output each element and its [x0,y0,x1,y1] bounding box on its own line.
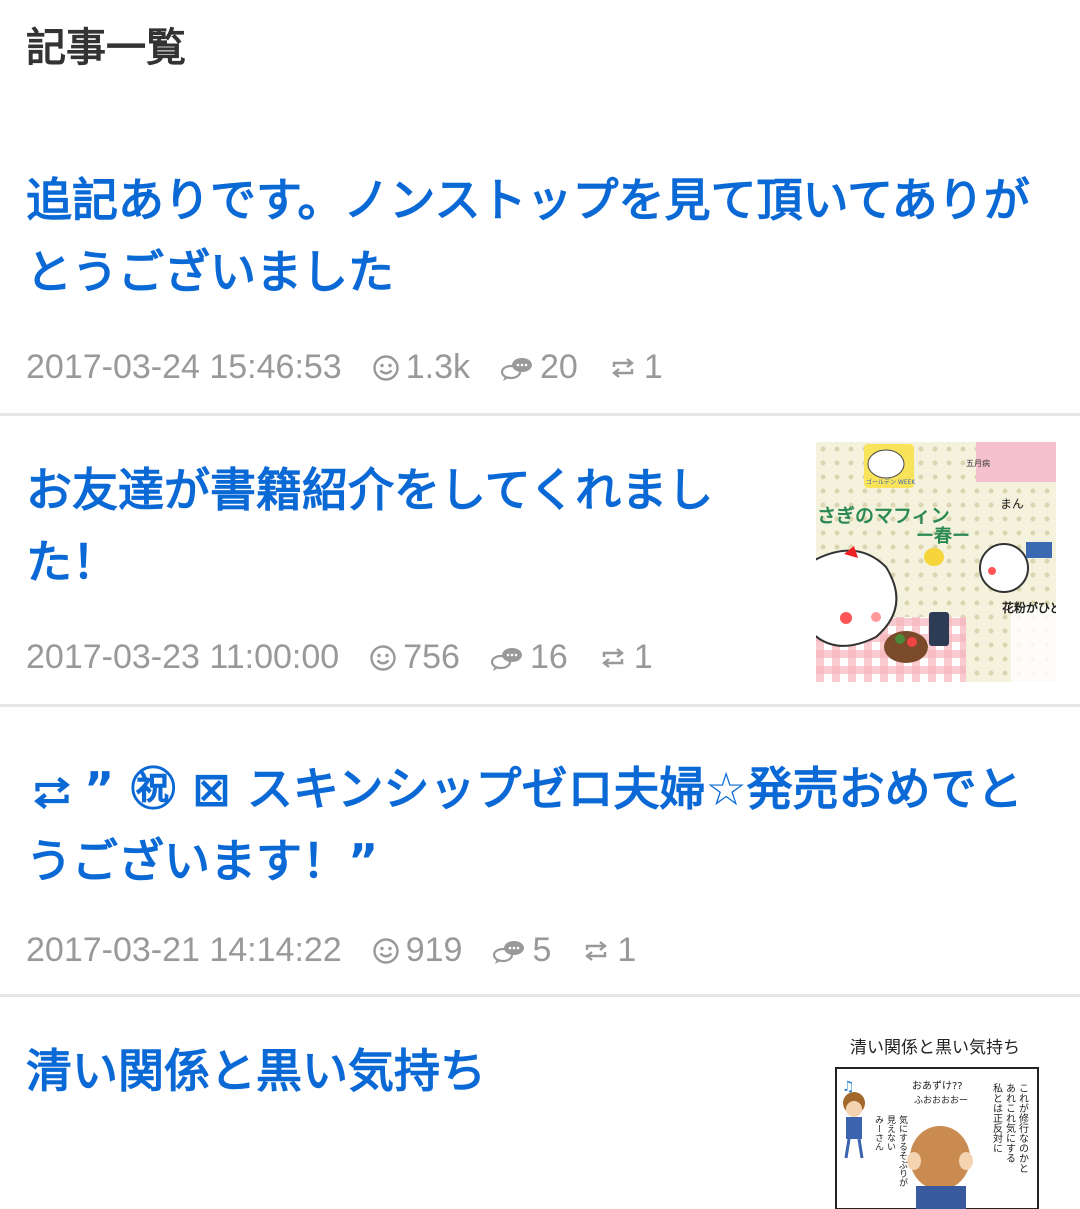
reposts-stat: 1 [598,638,653,677]
comments-stat: 16 [490,638,568,677]
repost-icon [34,776,70,809]
thumbnail-bottom-text: 花粉がひど [1002,600,1056,615]
thumbnail-sub-text: ー春ー [916,525,970,547]
comments-count: 20 [539,348,578,386]
thumbnail-heading: 清い関係と黒い気持ち [850,1038,1020,1058]
article-date: 2017-03-23 11:00:00 [26,638,340,676]
article-title-link[interactable]: 清い関係と黒い気持ち [26,1035,796,1107]
thumbnail-vertical-4: 気にするそぶりが [897,1114,908,1187]
comments-count: 16 [529,638,568,676]
article-meta: 2017-03-23 11:00:00 756 16 1 [26,638,653,677]
thumbnail-vertical-6: みーさん [873,1115,884,1151]
article-thumbnail[interactable]: さぎのマフィン ー春ー まん 花粉がひど ゴールデン WEEK 五月病 [816,442,1056,682]
article-title-text: ” ㊗ ⊠ スキンシップゼロ夫婦☆発売おめでとうございます！” [26,762,1023,888]
thumbnail-vertical-2: あれこれ気にする [1004,1083,1016,1163]
page-title: 記事一覧 [26,25,186,71]
smiley-icon [370,644,396,671]
comments-stat: 5 [492,931,551,970]
smiley-icon [373,354,399,381]
views-stat: 1.3k [372,348,470,387]
repost-icon [601,647,624,668]
thumbnail-badge-text: ゴールデン WEEK [866,478,916,486]
thumbnail-month-text: 五月病 [966,458,990,468]
views-stat: 919 [372,931,463,970]
article-date: 2017-03-21 14:14:22 [26,931,342,969]
article-title-link[interactable]: お友達が書籍紹介をしてくれました！ [26,454,796,598]
thumbnail-bubble-2: ふおおおおー [914,1095,968,1106]
thumbnail-banner-text: さぎのマフィン [817,504,950,527]
thumbnail-bubble-1: おあずけ?? [912,1080,963,1092]
repost-icon [585,940,608,961]
views-count: 919 [405,931,463,969]
thumbnail-vertical-1: これが修行なのかと [1017,1083,1029,1173]
article-meta: 2017-03-21 14:14:22 919 5 1 [26,931,636,970]
reposts-count: 1 [643,348,663,386]
reposts-count: 1 [633,638,653,676]
article-title-link[interactable]: ” ㊗ ⊠ スキンシップゼロ夫婦☆発売おめでとうございます！” [26,753,1056,897]
reposts-stat: 1 [608,348,663,387]
views-count: 1.3k [405,348,470,386]
views-stat: 756 [369,638,460,677]
thumbnail-vertical-3: 私とは正反対に [991,1083,1003,1153]
views-count: 756 [403,638,460,676]
article-item[interactable]: お友達が書籍紹介をしてくれました！ 2017-03-23 11:00:00 75… [0,416,1080,707]
article-item[interactable]: 清い関係と黒い気持ち 清い関係と黒い気持ち ♫ おあずけ?? ふおおおおー これ… [0,997,1080,1209]
article-item[interactable]: ” ㊗ ⊠ スキンシップゼロ夫婦☆発売おめでとうございます！” 2017-03-… [0,707,1080,997]
svg-text:♫: ♫ [842,1079,855,1095]
repost-icon [611,357,634,378]
smiley-icon [373,937,399,964]
comment-bubbles-icon [493,940,525,964]
thumbnail-side-text: まん [1000,497,1024,511]
article-thumbnail[interactable]: 清い関係と黒い気持ち ♫ おあずけ?? ふおおおおー これが修行なのかと あれこ… [832,1023,1042,1209]
article-title-link[interactable]: 追記ありです。ノンストップを見て頂いてありがとうございました [26,164,1056,308]
comment-bubbles-icon [500,357,532,381]
comment-bubbles-icon [490,647,522,671]
thumbnail-vertical-5: 見えない [885,1115,896,1151]
comments-stat: 20 [500,348,578,387]
reposts-count: 1 [617,931,637,969]
article-meta: 2017-03-24 15:46:53 1.3k 20 1 [26,348,663,387]
article-item[interactable]: 追記ありです。ノンストップを見て頂いてありがとうございました 2017-03-2… [0,150,1080,416]
comments-count: 5 [532,931,552,969]
article-date: 2017-03-24 15:46:53 [26,348,342,386]
reposts-stat: 1 [581,931,636,970]
